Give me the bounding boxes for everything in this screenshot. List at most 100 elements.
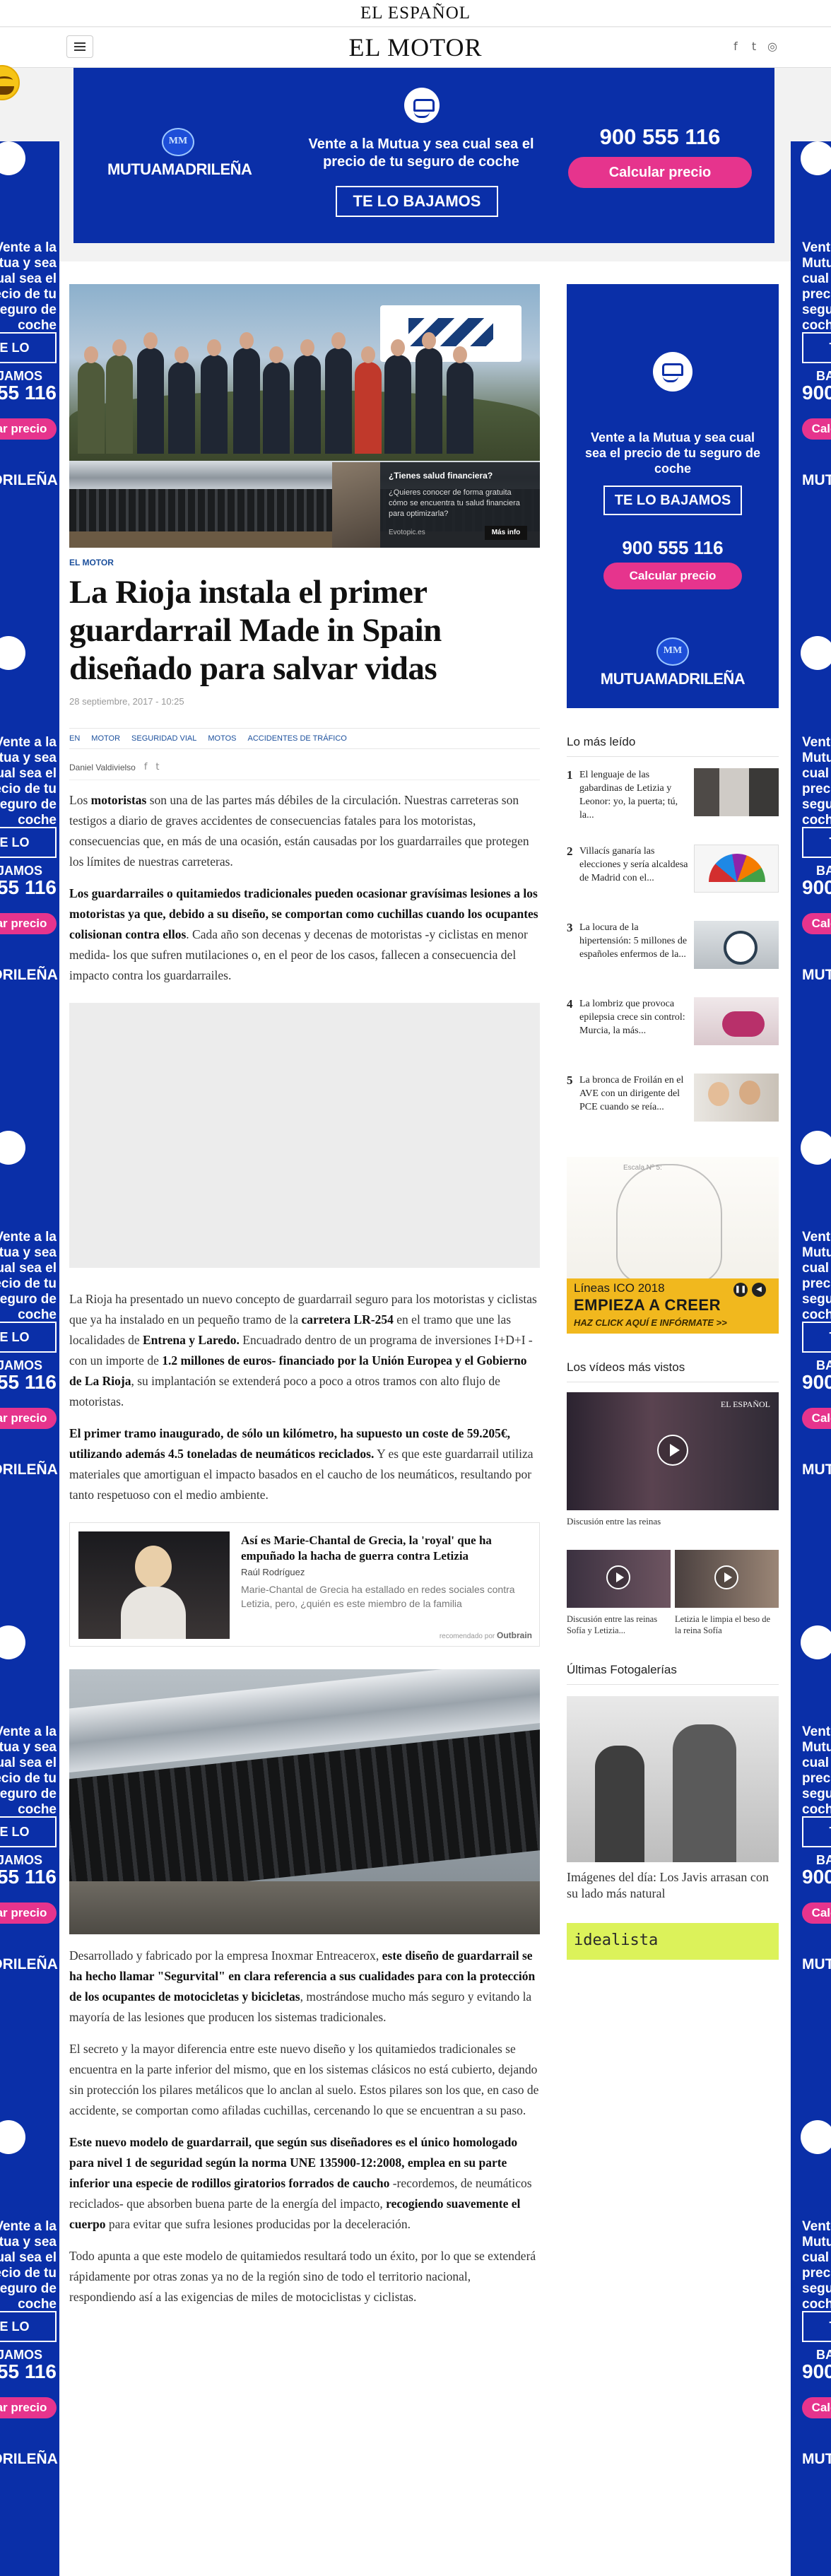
tag-seguridad-vial[interactable]: SEGURIDAD VIAL bbox=[131, 734, 196, 743]
te-lo-bajamos-button[interactable]: TE LO BAJAMOS bbox=[802, 332, 831, 383]
video-caption[interactable]: Discusión entre las reinas Sofía y Letiz… bbox=[567, 1613, 671, 1636]
skin-ad-phone[interactable]: 900 555 116 bbox=[0, 1866, 57, 1888]
top-banner-ad[interactable]: MUTUAMADRILEÑA Vente a la Mutua y sea cu… bbox=[73, 68, 774, 243]
skin-ad-phone[interactable]: 900 555 116 bbox=[802, 382, 831, 404]
te-lo-bajamos-button[interactable]: TE LO BAJAMOS bbox=[0, 827, 57, 878]
outbrain-recommendation[interactable]: Así es Marie-Chantal de Grecia, la 'roya… bbox=[69, 1522, 540, 1647]
skin-ad-phone[interactable]: 900 555 116 bbox=[802, 1371, 831, 1394]
skin-ad-unit[interactable]: Vente a la Mutua y sea cual sea el preci… bbox=[0, 2120, 59, 2576]
photo-gallery-caption[interactable]: Imágenes del día: Los Javis arrasan con … bbox=[567, 1869, 779, 1902]
skin-ad-unit[interactable]: Vente a la Mutua y sea cual sea el preci… bbox=[0, 636, 59, 1131]
recommendation-image[interactable] bbox=[78, 1531, 230, 1639]
tag-motos[interactable]: MOTOS bbox=[208, 734, 236, 743]
list-item[interactable]: 5 La bronca de Froilán en el AVE con un … bbox=[567, 1074, 779, 1150]
calcular-precio-button[interactable]: Calcular precio bbox=[802, 913, 831, 934]
skin-ad-phone[interactable]: 900 555 116 bbox=[802, 2360, 831, 2383]
skin-ad-phone[interactable]: 900 555 116 bbox=[802, 876, 831, 899]
list-item[interactable]: 4 La lombriz que provoca epilepsia crece… bbox=[567, 997, 779, 1074]
idealista-ad[interactable]: idealista bbox=[567, 1923, 779, 1960]
calcular-precio-button[interactable]: Calcular precio bbox=[0, 1902, 57, 1924]
te-lo-bajamos-button[interactable]: TE LO BAJAMOS bbox=[336, 186, 498, 217]
list-item[interactable]: 3 La locura de la hipertensión: 5 millon… bbox=[567, 921, 779, 997]
sidebar-mutua-ad[interactable]: Vente a la Mutua y sea cual sea el preci… bbox=[567, 284, 779, 708]
skin-ad-unit[interactable]: Vente a la Mutua y sea cual sea el preci… bbox=[791, 141, 831, 636]
te-lo-bajamos-button[interactable]: TE LO BAJAMOS bbox=[802, 2311, 831, 2362]
most-read-thumbnail[interactable] bbox=[694, 921, 779, 969]
ico-cta[interactable]: HAZ CLICK AQUÍ E INFÓRMATE >> bbox=[574, 1317, 727, 1328]
play-icon[interactable] bbox=[714, 1565, 738, 1589]
te-lo-bajamos-button[interactable]: TE LO BAJAMOS bbox=[802, 827, 831, 878]
most-read-title[interactable]: La bronca de Froilán en el AVE con un di… bbox=[579, 1074, 692, 1114]
play-icon[interactable] bbox=[657, 1435, 688, 1466]
calcular-precio-button[interactable]: Calcular precio bbox=[0, 418, 57, 440]
te-lo-bajamos-button[interactable]: TE LO BAJAMOS bbox=[0, 2311, 57, 2362]
instagram-icon[interactable]: ◎ bbox=[767, 40, 777, 53]
facebook-icon[interactable]: f bbox=[731, 40, 741, 53]
twitter-share-icon[interactable]: t bbox=[155, 762, 159, 772]
ico-ad[interactable]: Escala Nº 5: Líneas ICO 2018 EMPIEZA A C… bbox=[567, 1157, 779, 1334]
mute-icon[interactable]: ◀ bbox=[752, 1283, 766, 1297]
calcular-precio-button[interactable]: Calcular precio bbox=[802, 2397, 831, 2418]
tag-motor[interactable]: MOTOR bbox=[91, 734, 120, 743]
sidebar-ad-phone[interactable]: 900 555 116 bbox=[567, 537, 779, 559]
play-icon[interactable] bbox=[606, 1565, 630, 1589]
te-lo-bajamos-button[interactable]: TE LO BAJAMOS bbox=[0, 332, 57, 383]
te-lo-bajamos-button[interactable]: TE LO BAJAMOS bbox=[802, 1322, 831, 1372]
te-lo-bajamos-button[interactable]: TE LO BAJAMOS bbox=[0, 1816, 57, 1867]
skin-ad-unit[interactable]: Vente a la Mutua y sea cual sea el preci… bbox=[791, 2120, 831, 2576]
video-card[interactable]: Discusión entre las reinas Sofía y Letiz… bbox=[567, 1550, 671, 1636]
calcular-precio-button[interactable]: Calcular precio bbox=[0, 1408, 57, 1429]
menu-button[interactable] bbox=[66, 35, 93, 58]
promo-overlay[interactable]: ¿Tienes salud financiera? ¿Quieres conoc… bbox=[332, 462, 540, 548]
facebook-share-icon[interactable]: f bbox=[144, 762, 148, 772]
featured-video-caption[interactable]: Discusión entre las reinas bbox=[567, 1516, 779, 1527]
skin-ad-phone[interactable]: 900 555 116 bbox=[0, 1371, 57, 1394]
list-item[interactable]: 1 El lenguaje de las gabardinas de Letiz… bbox=[567, 768, 779, 845]
calcular-precio-button[interactable]: Calcular precio bbox=[0, 913, 57, 934]
calcular-precio-button[interactable]: Calcular precio bbox=[603, 563, 742, 589]
skin-ad-unit[interactable]: Vente a la Mutua y sea cual sea el preci… bbox=[0, 1131, 59, 1625]
video-thumbnail[interactable] bbox=[567, 1550, 671, 1608]
te-lo-bajamos-button[interactable]: TE LO BAJAMOS bbox=[0, 1322, 57, 1372]
most-read-title[interactable]: El lenguaje de las gabardinas de Letizia… bbox=[579, 768, 692, 822]
calcular-precio-button[interactable]: Calcular precio bbox=[802, 1902, 831, 1924]
skin-ad-phone[interactable]: 900 555 116 bbox=[0, 876, 57, 899]
skin-ad-unit[interactable]: Vente a la Mutua y sea cual sea el preci… bbox=[791, 1131, 831, 1625]
most-read-thumbnail[interactable] bbox=[694, 845, 779, 893]
calcular-precio-button[interactable]: Calcular precio bbox=[568, 157, 752, 188]
calcular-precio-button[interactable]: Calcular precio bbox=[802, 1408, 831, 1429]
most-read-thumbnail[interactable] bbox=[694, 768, 779, 816]
te-lo-bajamos-button[interactable]: TE LO BAJAMOS bbox=[802, 1816, 831, 1867]
skin-ad-phone[interactable]: 900 555 116 bbox=[802, 1866, 831, 1888]
section-tag[interactable]: EL MOTOR bbox=[69, 558, 540, 567]
recommendation-title[interactable]: Así es Marie-Chantal de Grecia, la 'roya… bbox=[241, 1533, 527, 1564]
right-skin-ad[interactable]: Vente a la Mutua y sea cual sea el preci… bbox=[791, 141, 831, 2576]
ad-phone[interactable]: 900 555 116 bbox=[568, 124, 752, 150]
el-espanol-logo[interactable]: EL ESPAÑOL bbox=[360, 4, 471, 23]
skin-ad-phone[interactable]: 900 555 116 bbox=[0, 382, 57, 404]
most-read-title[interactable]: La lombriz que provoca epilepsia crece s… bbox=[579, 997, 692, 1037]
twitter-icon[interactable]: t bbox=[749, 40, 759, 53]
photo-gallery-image[interactable] bbox=[567, 1696, 779, 1862]
skin-ad-unit[interactable]: Vente a la Mutua y sea cual sea el preci… bbox=[0, 141, 59, 636]
video-thumbnail[interactable] bbox=[675, 1550, 779, 1608]
skin-ad-unit[interactable]: Vente a la Mutua y sea cual sea el preci… bbox=[791, 1625, 831, 2120]
pause-icon[interactable]: ❚❚ bbox=[733, 1283, 748, 1297]
el-motor-logo[interactable]: EL MOTOR bbox=[0, 28, 831, 68]
skin-ad-unit[interactable]: Vente a la Mutua y sea cual sea el preci… bbox=[0, 1625, 59, 2120]
tag-accidentes[interactable]: ACCIDENTES DE TRÁFICO bbox=[247, 734, 346, 743]
skin-ad-phone[interactable]: 900 555 116 bbox=[0, 2360, 57, 2383]
most-read-thumbnail[interactable] bbox=[694, 1074, 779, 1122]
author-name[interactable]: Daniel Valdivielso bbox=[69, 763, 136, 772]
list-item[interactable]: 2 Villacís ganaría las elecciones y serí… bbox=[567, 845, 779, 921]
most-read-title[interactable]: La locura de la hipertensión: 5 millones… bbox=[579, 921, 692, 961]
video-card[interactable]: Letizia le limpia el beso de la reina So… bbox=[675, 1550, 779, 1636]
video-caption[interactable]: Letizia le limpia el beso de la reina So… bbox=[675, 1613, 779, 1636]
featured-video[interactable]: EL ESPAÑOL bbox=[567, 1392, 779, 1510]
calcular-precio-button[interactable]: Calcular precio bbox=[802, 418, 831, 440]
outbrain-credit[interactable]: recomendado por Outbrain bbox=[440, 1630, 532, 1640]
most-read-thumbnail[interactable] bbox=[694, 997, 779, 1045]
left-skin-ad[interactable]: Vente a la Mutua y sea cual sea el preci… bbox=[0, 141, 59, 2576]
most-read-title[interactable]: Villacís ganaría las elecciones y sería … bbox=[579, 845, 692, 885]
skin-ad-unit[interactable]: Vente a la Mutua y sea cual sea el preci… bbox=[791, 636, 831, 1131]
